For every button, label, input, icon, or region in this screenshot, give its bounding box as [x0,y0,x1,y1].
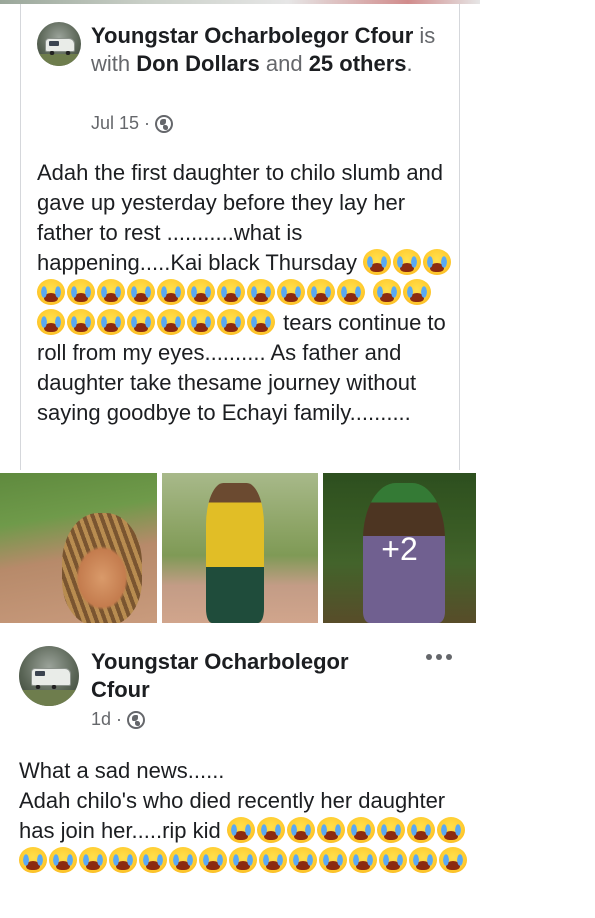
crying-face-emoji-icon [109,847,137,873]
and-text: and [265,51,303,76]
crying-face-emoji-icon [286,817,315,843]
crying-face-emoji-icon [187,309,215,335]
crying-face-emoji-icon [229,847,257,873]
crying-face-emoji-icon [346,817,375,843]
post-meta: Jul 15 · [91,113,174,134]
crying-face-emoji-icon [226,817,255,843]
author-avatar-2[interactable] [19,646,79,706]
crying-face-emoji-icon [67,309,95,335]
crying-face-emoji-icon [379,847,407,873]
author-avatar[interactable] [37,22,81,66]
crying-face-emoji-icon [423,249,452,275]
more-photos-count: +2 [381,531,418,567]
crying-face-emoji-icon [49,847,77,873]
more-options-icon[interactable] [426,648,454,666]
crying-face-emoji-icon [409,847,437,873]
tagged-others-link[interactable]: 25 others [309,51,407,76]
tagged-friend-link[interactable]: Don Dollars [136,51,259,76]
crying-face-emoji-icon [256,817,285,843]
crying-face-emoji-icon [316,817,345,843]
crying-face-emoji-icon [247,309,275,335]
crying-face-emoji-icon [127,279,155,305]
post-text: Adah the first daughter to chilo slumb a… [37,158,457,428]
post-timestamp-2[interactable]: 1d [91,709,111,730]
crying-face-emoji-icon [393,249,422,275]
crying-face-emoji-icon [169,847,197,873]
crying-face-emoji-icon [363,249,392,275]
crying-face-emoji-icon [307,279,335,305]
period: . [406,51,413,76]
crying-face-emoji-icon [217,279,245,305]
crying-face-emoji-icon [199,847,227,873]
post-text-line1: What a sad news...... [19,758,225,783]
shared-post: Youngstar Ocharbolegor Cfour is with Don… [20,4,460,470]
photo-more[interactable]: +2 [323,473,476,623]
crying-face-emoji-icon [373,279,402,305]
crying-face-emoji-icon [67,279,95,305]
crying-face-emoji-icon [157,309,185,335]
crying-face-emoji-icon [259,847,287,873]
crying-face-emoji-icon [277,279,305,305]
crying-face-emoji-icon [37,309,65,335]
crying-face-emoji-icon [139,847,167,873]
author-name[interactable]: Youngstar Ocharbolegor Cfour [91,23,413,48]
post-header: Youngstar Ocharbolegor Cfour is with Don… [91,22,451,78]
crying-face-emoji-icon [406,817,435,843]
globe-icon [155,114,174,133]
post-timestamp[interactable]: Jul 15 [91,113,139,134]
crying-face-emoji-icon [289,847,317,873]
crying-face-emoji-icon [376,817,405,843]
photo-girl-yellow-top[interactable] [162,473,318,623]
crying-face-emoji-icon [337,279,365,305]
crying-face-emoji-icon [349,847,377,873]
crying-face-emoji-icon [157,279,185,305]
crying-face-emoji-icon [37,279,65,305]
globe-icon [127,710,146,729]
crying-face-emoji-icon [247,279,275,305]
crying-face-emoji-icon [436,817,465,843]
meta-separator-2: · [116,709,123,729]
crying-face-emoji-icon [79,847,107,873]
crying-face-emoji-icon [319,847,347,873]
meta-separator: · [144,113,151,133]
crying-face-emoji-icon [97,279,125,305]
photo-girl-braids[interactable] [0,473,157,623]
crying-face-emoji-icon [439,847,467,873]
author-name-2[interactable]: Youngstar Ocharbolegor Cfour [91,648,391,704]
crying-face-emoji-icon [187,279,215,305]
crying-face-emoji-icon [217,309,245,335]
crying-face-emoji-icon [19,847,47,873]
post-meta-2: 1d · [91,709,146,730]
crying-face-emoji-icon [403,279,432,305]
crying-face-emoji-icon [127,309,155,335]
photo-grid: +2 [0,473,476,623]
crying-face-emoji-icon [97,309,125,335]
post-text-2: What a sad news...... Adah chilo's who d… [19,756,479,876]
